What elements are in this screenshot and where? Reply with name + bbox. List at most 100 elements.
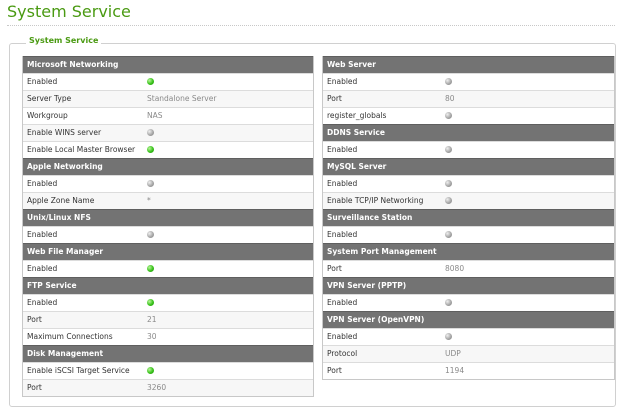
setting-status — [145, 125, 313, 141]
page-title: System Service — [7, 2, 131, 21]
setting-row: Enabled — [23, 260, 313, 277]
section-header: Surveillance Station — [323, 209, 614, 226]
setting-status — [145, 74, 313, 90]
status-off-icon — [445, 180, 452, 187]
section-web-server: Web Server Enabled Port 80 register_globals — [323, 56, 614, 124]
status-off-icon — [445, 78, 452, 85]
section-header: Unix/Linux NFS — [23, 209, 313, 226]
fieldset-legend: System Service — [26, 36, 102, 45]
section-surveillance-station: Surveillance Station Enabled — [323, 209, 614, 243]
setting-label: Protocol — [327, 349, 358, 358]
section-rows: Enabled — [323, 226, 614, 243]
setting-row: Server Type Standalone Server — [23, 90, 313, 107]
setting-row: Port 1194 — [323, 362, 614, 379]
setting-label: Enable WINS server — [27, 128, 102, 137]
setting-row: Protocol UDP — [323, 345, 614, 362]
setting-label: Enabled — [327, 179, 358, 188]
setting-label: Enabled — [327, 77, 358, 86]
setting-row: Enable TCP/IP Networking — [323, 192, 614, 209]
setting-row: Enable iSCSI Target Service — [23, 362, 313, 379]
status-off-icon — [445, 231, 452, 238]
setting-status — [443, 295, 614, 311]
setting-row: Enabled — [323, 294, 614, 311]
section-header: Microsoft Networking — [23, 56, 313, 73]
section-microsoft-networking: Microsoft Networking Enabled Server Type St… — [23, 56, 313, 158]
setting-row: Enabled — [323, 141, 614, 158]
setting-label: Enable TCP/IP Networking — [327, 196, 424, 205]
status-on-icon — [147, 367, 154, 374]
section-header: MySQL Server — [323, 158, 614, 175]
setting-label: Enabled — [327, 230, 358, 239]
status-on-icon — [147, 78, 154, 85]
setting-row: Enable Local Master Browser — [23, 141, 313, 158]
setting-label: Enable iSCSI Target Service — [27, 366, 130, 375]
setting-status — [443, 74, 614, 90]
setting-value: 80 — [445, 94, 455, 103]
setting-value: 1194 — [445, 366, 465, 375]
setting-value: 30 — [147, 332, 157, 341]
section-disk-management: Disk Management Enable iSCSI Target Servi… — [23, 345, 313, 396]
setting-label: Port — [327, 94, 342, 103]
right-services-panel: Web Server Enabled Port 80 register_globals D… — [322, 56, 615, 380]
section-header: Web File Manager — [23, 243, 313, 260]
section-header: FTP Service — [23, 277, 313, 294]
setting-label: Enabled — [327, 298, 358, 307]
setting-row: Port 21 — [23, 311, 313, 328]
section-header: Web Server — [323, 56, 614, 73]
setting-label: Enabled — [27, 230, 58, 239]
setting-row: Enabled — [323, 226, 614, 243]
setting-label: Enabled — [27, 264, 58, 273]
setting-status — [145, 176, 313, 192]
setting-value: NAS — [147, 111, 163, 120]
section-rows: Enabled Protocol UDP Port 1194 — [323, 328, 614, 379]
section-ftp-service: FTP Service Enabled Port 21 Maximum Connecti… — [23, 277, 313, 345]
section-rows: Enabled — [23, 260, 313, 277]
left-services-panel: Microsoft Networking Enabled Server Type St… — [22, 56, 314, 397]
setting-label: Port — [27, 315, 42, 324]
section-rows: Enabled — [323, 294, 614, 311]
status-off-icon — [445, 146, 452, 153]
status-off-icon — [445, 299, 452, 306]
status-off-icon — [147, 129, 154, 136]
setting-value: 21 — [147, 315, 157, 324]
setting-status — [145, 295, 313, 311]
setting-value: 3260 — [147, 383, 167, 392]
section-header: System Port Management — [323, 243, 614, 260]
status-off-icon — [445, 112, 452, 119]
section-rows: Enabled — [23, 226, 313, 243]
setting-status — [443, 142, 614, 158]
setting-label: Enable Local Master Browser — [27, 145, 136, 154]
status-off-icon — [445, 333, 452, 340]
setting-label: Workgroup — [27, 111, 68, 120]
section-rows: Enabled Port 80 register_globals — [323, 73, 614, 124]
setting-row: Port 80 — [323, 90, 614, 107]
setting-label: Maximum Connections — [27, 332, 113, 341]
section-header: DDNS Service — [323, 124, 614, 141]
section-rows: Enable iSCSI Target Service Port 3260 — [23, 362, 313, 396]
setting-label: Enabled — [327, 332, 358, 341]
setting-row: Enable WINS server — [23, 124, 313, 141]
setting-row: Enabled — [323, 328, 614, 345]
setting-label: Port — [327, 366, 342, 375]
status-off-icon — [147, 231, 154, 238]
section-rows: Port 8080 — [323, 260, 614, 277]
section-rows: Enabled Enable TCP/IP Networking — [323, 175, 614, 209]
setting-row: Enabled — [23, 175, 313, 192]
setting-label: Apple Zone Name — [27, 196, 95, 205]
status-off-icon — [147, 180, 154, 187]
setting-row: register_globals — [323, 107, 614, 124]
section-web-file-manager: Web File Manager Enabled — [23, 243, 313, 277]
section-ddns-service: DDNS Service Enabled — [323, 124, 614, 158]
section-rows: Enabled Apple Zone Name * — [23, 175, 313, 209]
setting-label: Port — [327, 264, 342, 273]
setting-row: Enabled — [23, 294, 313, 311]
setting-row: Port 8080 — [323, 260, 614, 277]
setting-status — [145, 227, 313, 243]
setting-row: Port 3260 — [23, 379, 313, 396]
setting-label: Enabled — [27, 298, 58, 307]
setting-status — [443, 108, 614, 124]
setting-label: register_globals — [327, 111, 387, 120]
setting-status — [443, 193, 614, 209]
section-header: Apple Networking — [23, 158, 313, 175]
section-vpn-server-openvpn: VPN Server (OpenVPN) Enabled Protocol UDP Po… — [323, 311, 614, 379]
